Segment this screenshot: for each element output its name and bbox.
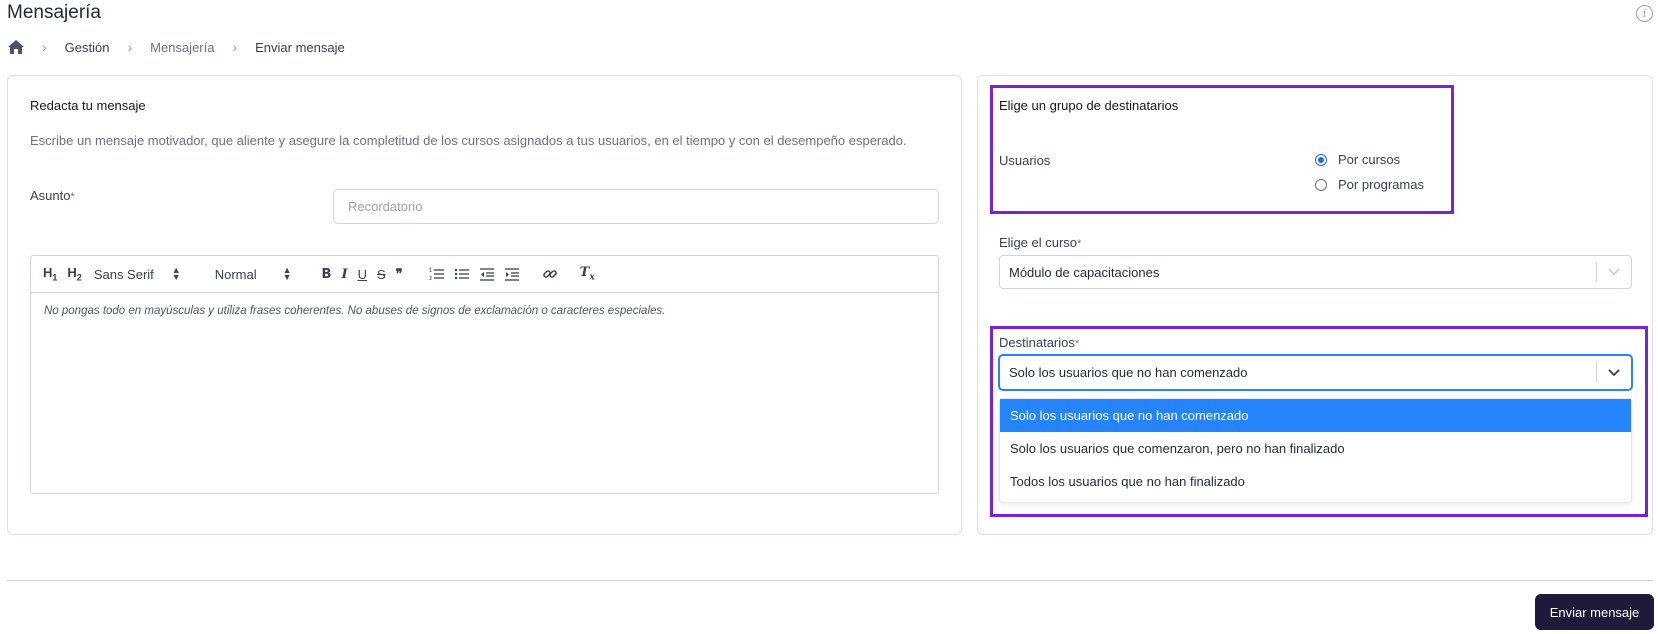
chevron-right-icon: › — [232, 39, 238, 55]
svg-text:1: 1 — [429, 268, 432, 274]
heading-1-button[interactable]: H1 — [43, 265, 57, 283]
font-size-value: Normal — [214, 266, 257, 282]
breadcrumb: › Gestión › Mensajería › Enviar mensaje — [8, 38, 363, 56]
home-icon[interactable] — [8, 40, 24, 54]
underline-button[interactable]: U — [358, 267, 367, 282]
font-family-select[interactable]: Sans Serif ▲ ▼ — [93, 265, 181, 282]
editor-toolbar: H1 H2 Sans Serif ▲ ▼ Normal ▲ ▼ B I U S ❞ … — [31, 256, 938, 293]
clear-format-glyph: T — [579, 265, 590, 281]
course-select-value: Módulo de capacitaciones — [1009, 264, 1160, 280]
svg-text:2: 2 — [429, 276, 432, 282]
required-mark: * — [70, 191, 75, 203]
bold-button[interactable]: B — [322, 267, 332, 282]
heading-2-glyph: H — [67, 265, 77, 281]
subject-label-text: Asunto — [30, 188, 71, 203]
clear-format-button[interactable]: Tx — [580, 265, 595, 283]
required-mark: * — [1077, 238, 1082, 250]
blockquote-button[interactable]: ❞ — [396, 266, 403, 282]
chevron-right-icon: › — [127, 39, 133, 55]
ordered-list-icon[interactable]: 1 2 — [429, 266, 445, 282]
chevron-right-icon: › — [42, 39, 47, 55]
compose-title: Redacta tu mensaje — [30, 98, 146, 113]
font-size-select[interactable]: Normal ▲ ▼ — [214, 265, 292, 282]
breadcrumb-item-enviar-mensaje: Enviar mensaje — [255, 39, 345, 55]
strikethrough-button[interactable]: S — [377, 267, 386, 282]
bullet-list-icon[interactable] — [454, 266, 470, 282]
page-title: Mensajería — [7, 2, 101, 23]
breadcrumb-item-gestion[interactable]: Gestión — [65, 40, 110, 55]
compose-help-text: Escribe un mensaje motivador, que alient… — [30, 133, 907, 148]
indent-icon[interactable] — [504, 266, 520, 282]
heading-1-sub: 1 — [52, 272, 58, 283]
editor-content[interactable]: No pongas todo en mayúsculas y utiliza f… — [31, 293, 938, 329]
heading-1-glyph: H — [43, 265, 53, 281]
link-icon[interactable] — [542, 266, 558, 282]
compose-card: Redacta tu mensaje Escribe un mensaje mo… — [7, 75, 962, 535]
italic-button[interactable]: I — [341, 267, 347, 282]
highlight-box-destinatarios — [990, 326, 1648, 517]
updown-arrows-icon: ▲ ▼ — [171, 265, 181, 282]
font-family-value: Sans Serif — [93, 266, 154, 282]
course-label-text: Elige el curso — [999, 235, 1078, 250]
outdent-icon[interactable] — [479, 266, 495, 282]
updown-arrows-icon: ▲ ▼ — [282, 265, 292, 282]
info-icon[interactable]: i — [1636, 5, 1653, 22]
course-select[interactable]: Módulo de capacitaciones — [999, 255, 1632, 289]
course-label: Elige el curso* — [999, 235, 1081, 250]
highlight-box-recipient-group — [990, 85, 1454, 214]
divider — [7, 580, 1653, 581]
clear-format-x-icon: x — [589, 272, 595, 283]
heading-2-button[interactable]: H2 — [67, 265, 81, 283]
subject-label: Asunto* — [30, 188, 75, 203]
heading-2-sub: 2 — [76, 272, 82, 283]
chevron-down-icon[interactable] — [1597, 268, 1631, 276]
send-message-button[interactable]: Enviar mensaje — [1535, 594, 1654, 630]
subject-input[interactable] — [333, 189, 939, 224]
breadcrumb-item-mensajeria[interactable]: Mensajería — [150, 40, 214, 55]
rich-text-editor: H1 H2 Sans Serif ▲ ▼ Normal ▲ ▼ B I U S ❞ … — [30, 255, 939, 494]
